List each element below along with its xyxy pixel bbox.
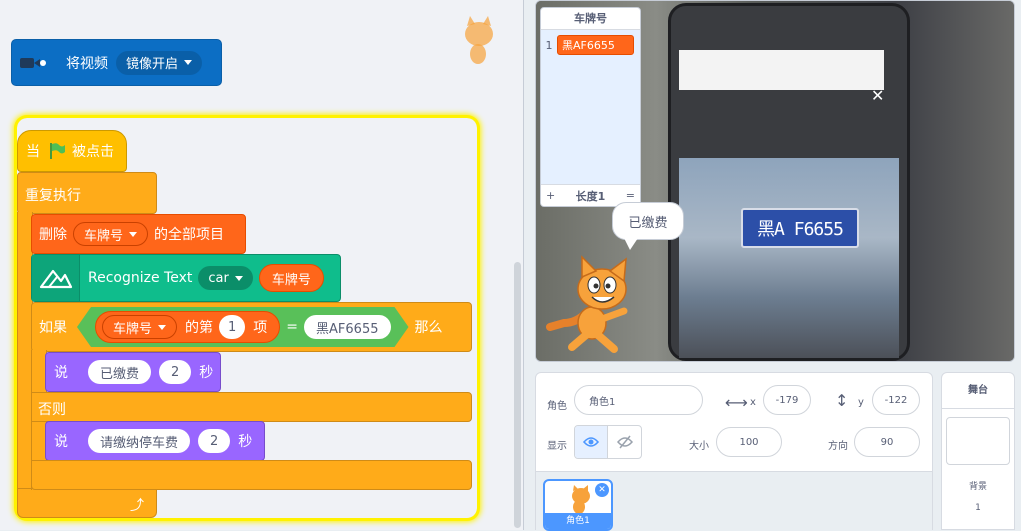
item-label: 项 bbox=[253, 320, 268, 336]
when-flag-clicked-block[interactable]: 当 被点击 bbox=[17, 130, 127, 172]
sprite-tile-name: 角色1 bbox=[545, 513, 611, 529]
direction-input[interactable]: 90 bbox=[854, 427, 920, 457]
item-list-dropdown[interactable]: 车牌号 bbox=[102, 315, 177, 339]
list-title: 车牌号 bbox=[541, 8, 640, 30]
show-label: 显示 bbox=[547, 441, 567, 452]
item-index-input[interactable]: 1 bbox=[219, 315, 245, 339]
if-label: 如果 bbox=[39, 320, 67, 336]
say-block-2[interactable]: 说 请缴纳停车费 2 秒 bbox=[45, 421, 265, 461]
forever-label: 重复执行 bbox=[25, 188, 81, 204]
delete-list-dropdown[interactable]: 车牌号 bbox=[73, 222, 149, 246]
stage[interactable]: ✕ 黑A F6655 车牌号 1 黑AF6655 + 长度1 = 已缴费 bbox=[535, 0, 1015, 362]
phone-close-icon: ✕ bbox=[871, 86, 885, 105]
say-1-seconds-input[interactable]: 2 bbox=[159, 360, 192, 384]
recognize-label: Recognize Text bbox=[88, 270, 193, 286]
sprite-info-panel: 角色 角色1 ⟷ x -179 ↕ y -122 显示 大小 100 方向 90… bbox=[535, 372, 933, 531]
item-of-list-reporter[interactable]: 车牌号 的第 1 项 bbox=[95, 311, 280, 343]
hat-when-label: 当 bbox=[26, 144, 40, 160]
loop-arrow-icon: ⤴ bbox=[130, 498, 144, 514]
sprite-name-input[interactable]: 角色1 bbox=[574, 385, 703, 415]
say-1-unit-label: 秒 bbox=[199, 365, 214, 381]
recognize-list-reporter[interactable]: 车牌号 bbox=[258, 264, 324, 292]
say-2-label: 说 bbox=[54, 434, 68, 450]
cat-sprite[interactable] bbox=[546, 253, 632, 357]
x-input[interactable]: -179 bbox=[763, 385, 811, 415]
mirror-dropdown[interactable]: 镜像开启 bbox=[116, 50, 203, 75]
else-section bbox=[31, 392, 472, 422]
delete-all-list-block[interactable]: 删除 车牌号 的全部项目 bbox=[31, 214, 246, 254]
phone-image: ✕ 黑A F6655 bbox=[668, 3, 910, 361]
video-block-label: 将视频 bbox=[66, 55, 108, 72]
list-add-button[interactable]: + bbox=[546, 189, 555, 202]
car-photo bbox=[679, 158, 899, 358]
equals-operator[interactable]: 车牌号 的第 1 项 = 黑AF6655 bbox=[77, 307, 409, 347]
say-2-seconds-input[interactable]: 2 bbox=[198, 429, 231, 453]
delete-suffix-label: 的全部项目 bbox=[154, 227, 225, 243]
sprite-label: 角色 bbox=[547, 401, 567, 412]
hat-clicked-label: 被点击 bbox=[72, 144, 114, 160]
backdrop-count: 1 bbox=[975, 503, 981, 513]
eye-icon[interactable] bbox=[575, 426, 609, 458]
item-of-label: 的第 bbox=[185, 320, 214, 336]
delete-label: 删除 bbox=[39, 227, 67, 243]
list-item[interactable]: 1 黑AF6655 bbox=[541, 35, 640, 55]
license-plate: 黑A F6655 bbox=[741, 208, 859, 248]
x-label: x bbox=[750, 397, 756, 408]
if-bottom bbox=[31, 460, 472, 490]
say-block-1[interactable]: 说 已缴费 2 秒 bbox=[45, 352, 221, 392]
video-transparency-block[interactable]: 将视频 镜像开启 bbox=[11, 39, 222, 86]
x-arrows-icon: ⟷ bbox=[725, 393, 748, 412]
y-input[interactable]: -122 bbox=[872, 385, 920, 415]
green-flag-icon bbox=[48, 142, 66, 160]
speech-tail bbox=[624, 238, 638, 250]
recognize-type-dropdown[interactable]: car bbox=[198, 266, 253, 290]
size-input[interactable]: 100 bbox=[716, 427, 782, 457]
size-label: 大小 bbox=[689, 441, 709, 452]
say-2-unit-label: 秒 bbox=[238, 434, 253, 450]
say-1-message-input[interactable]: 已缴费 bbox=[88, 360, 152, 384]
y-arrows-icon: ↕ bbox=[835, 391, 849, 410]
then-label: 那么 bbox=[414, 320, 443, 336]
sprite-tile[interactable]: ✕ 角色1 bbox=[543, 479, 613, 531]
compare-value-input[interactable]: 黑AF6655 bbox=[304, 315, 390, 339]
speech-bubble: 已缴费 bbox=[612, 202, 684, 240]
list-resize-handle[interactable]: = bbox=[626, 189, 635, 202]
list-item-index: 1 bbox=[545, 38, 553, 52]
code-area[interactable]: 将视频 镜像开启 当 被点击 重复执行 ⤴ 删除 车牌号 的全部项目 Recog… bbox=[0, 0, 524, 530]
backdrop-thumbnail[interactable] bbox=[946, 417, 1010, 465]
recognize-text-block[interactable]: Recognize Text car 车牌号 bbox=[31, 254, 341, 302]
sprite-delete-icon[interactable]: ✕ bbox=[595, 483, 609, 497]
stage-title: 舞台 bbox=[942, 373, 1014, 409]
equals-label: = bbox=[286, 319, 299, 335]
mountain-icon bbox=[32, 255, 80, 301]
list-monitor[interactable]: 车牌号 1 黑AF6655 + 长度1 = bbox=[540, 7, 641, 207]
list-length: 长度1 bbox=[575, 189, 606, 203]
say-2-message-input[interactable]: 请缴纳停车费 bbox=[88, 429, 191, 453]
stage-selector-panel[interactable]: 舞台 背景 1 bbox=[941, 372, 1015, 530]
show-toggle[interactable] bbox=[574, 425, 642, 459]
if-else-block[interactable]: 如果 车牌号 的第 1 项 = 黑AF6655 那么 bbox=[31, 302, 472, 352]
code-scrollbar[interactable] bbox=[514, 262, 521, 528]
eye-hidden-icon[interactable] bbox=[608, 426, 641, 458]
direction-label: 方向 bbox=[828, 441, 848, 452]
list-item-value[interactable]: 黑AF6655 bbox=[557, 35, 634, 55]
else-label: 否则 bbox=[38, 402, 66, 418]
say-1-label: 说 bbox=[54, 365, 68, 381]
backdrop-label: 背景 bbox=[968, 482, 987, 492]
sprite-thumbnail-icon bbox=[458, 14, 500, 68]
y-label: y bbox=[858, 397, 864, 408]
camera-icon bbox=[20, 55, 46, 71]
